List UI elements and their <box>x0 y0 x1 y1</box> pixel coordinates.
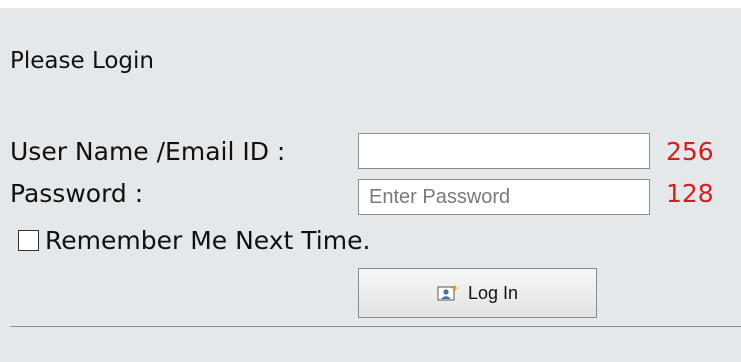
login-page: Please Login User Name /Email ID : 256 P… <box>0 0 741 362</box>
top-white-strip <box>0 0 741 8</box>
remember-me-checkbox[interactable] <box>18 230 39 251</box>
user-card-login-icon <box>437 284 459 302</box>
username-char-counter: 256 <box>666 137 714 166</box>
remember-me-option[interactable]: Remember Me Next Time. <box>18 226 370 255</box>
bottom-divider <box>10 326 741 327</box>
login-button-label: Log In <box>467 282 519 303</box>
page-title: Please Login <box>10 48 154 74</box>
password-input[interactable] <box>358 179 650 215</box>
login-button[interactable]: Log In <box>358 268 597 318</box>
username-label: User Name /Email ID : <box>10 137 286 166</box>
remember-me-label: Remember Me Next Time. <box>45 226 371 255</box>
password-char-counter: 128 <box>666 179 714 208</box>
username-input[interactable] <box>358 133 650 169</box>
password-label: Password : <box>10 179 144 208</box>
